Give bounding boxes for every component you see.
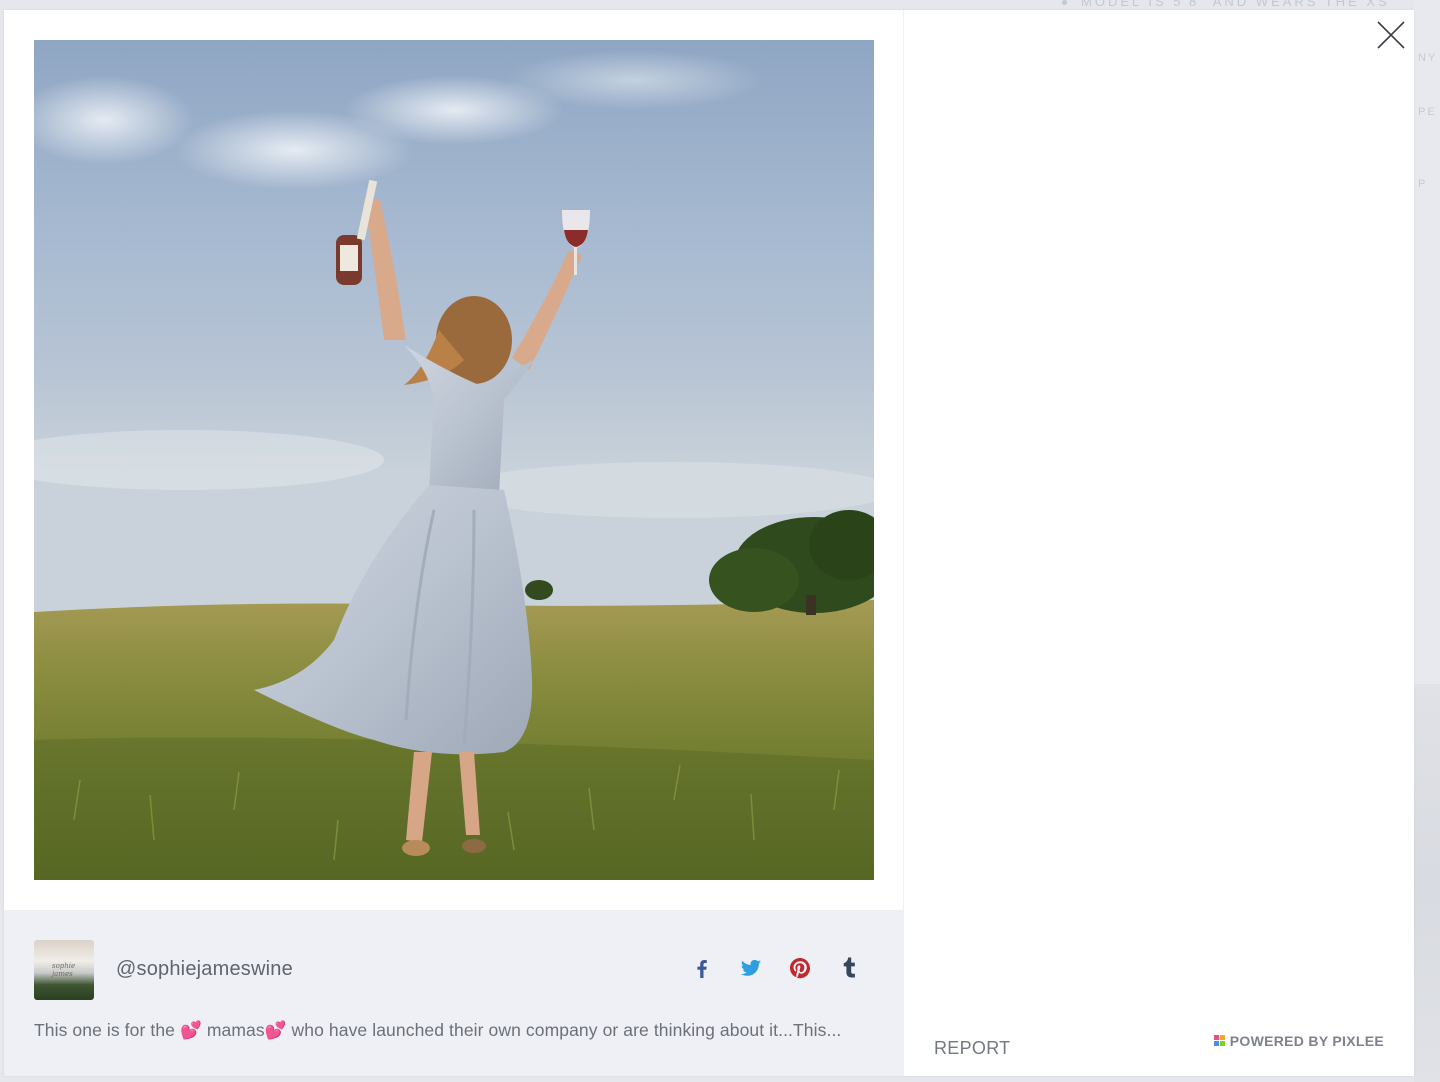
twitter-icon (741, 959, 761, 976)
close-icon (1377, 21, 1405, 49)
background-fragment: NY (1418, 52, 1438, 64)
powered-by-pixlee[interactable]: POWERED BY PIXLEE (1213, 1033, 1384, 1049)
report-link[interactable]: REPORT (934, 1038, 1010, 1059)
pinterest-icon (790, 958, 810, 979)
background-fragment: PE (1418, 106, 1437, 118)
heart-emoji: 💕 (264, 1020, 287, 1040)
background-right-strip: NY PE P (1414, 0, 1440, 1082)
user-avatar[interactable]: sophie james (34, 940, 94, 1000)
pixlee-logo-icon (1213, 1035, 1226, 1047)
avatar-script-text: sophie james (52, 962, 76, 978)
background-fragment: P (1418, 178, 1428, 190)
info-column: REPORT POWERED BY PIXLEE (903, 10, 1414, 1076)
share-tumblr-button[interactable] (835, 954, 863, 982)
close-button[interactable] (1374, 18, 1408, 52)
powered-by-label: POWERED BY PIXLEE (1229, 1033, 1384, 1049)
post-meta-panel: sophie james @sophiejameswine This one i… (4, 910, 903, 1076)
share-pinterest-button[interactable] (786, 954, 814, 982)
tumblr-icon (843, 957, 855, 978)
media-column: sophie james @sophiejameswine This one i… (4, 10, 903, 1076)
username-link[interactable]: @sophiejameswine (116, 958, 293, 981)
caption-text-start: This one is for the (34, 1020, 180, 1040)
background-image (1414, 684, 1440, 1082)
lightbox-modal: sophie james @sophiejameswine This one i… (4, 10, 1414, 1076)
facebook-icon (697, 960, 707, 978)
caption-text-end: who have launched their own company or a… (286, 1020, 842, 1040)
caption-text-mid: mamas (201, 1020, 265, 1040)
share-facebook-button[interactable] (688, 954, 716, 982)
heart-emoji: 💕 (179, 1020, 202, 1040)
post-caption: This one is for the 💕 mamas💕 who have la… (34, 1020, 879, 1041)
background-product-detail: MODEL IS 5'8" AND WEARS THE XS (1062, 0, 1390, 9)
share-twitter-button[interactable] (737, 954, 765, 982)
post-photo (34, 40, 874, 880)
